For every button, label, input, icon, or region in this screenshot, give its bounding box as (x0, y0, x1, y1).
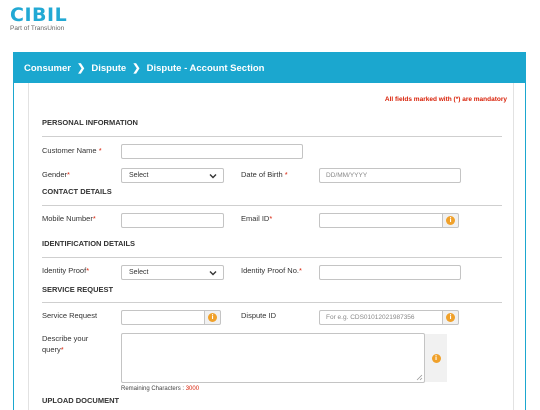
dispute-panel: Consumer ❯ Dispute ❯ Dispute - Account S… (13, 52, 526, 410)
gender-select[interactable]: Select (121, 168, 224, 183)
dob-label: Date of Birth * (241, 170, 288, 179)
query-textarea[interactable] (121, 333, 425, 383)
query-info-button[interactable]: i (425, 334, 447, 382)
dispute-form: All fields marked with (*) are mandatory… (28, 83, 514, 410)
chevron-right-icon: ❯ (76, 62, 86, 74)
breadcrumb-dispute[interactable]: Dispute (91, 63, 126, 74)
email-input[interactable] (319, 213, 443, 228)
breadcrumb: Consumer ❯ Dispute ❯ Dispute - Account S… (14, 53, 525, 83)
service-request-label: Service Request (42, 311, 98, 320)
info-icon: i (446, 313, 455, 322)
chevron-right-icon: ❯ (132, 62, 141, 74)
identity-proof-no-label: Identity Proof No.* (241, 266, 302, 275)
breadcrumb-account-section: Dispute - Account Section (146, 62, 265, 74)
info-icon: i (208, 313, 217, 322)
section-identification-details: IDENTIFICATION DETAILS (42, 239, 136, 248)
gender-selected: Select (129, 172, 149, 179)
query-label: Describe your query* (42, 334, 89, 354)
brand-name: CIBIL (10, 4, 68, 26)
breadcrumb-consumer[interactable]: Consumer (24, 63, 71, 74)
dispute-id-info-button[interactable]: i (443, 310, 459, 325)
mobile-input[interactable] (121, 213, 224, 228)
divider (42, 257, 502, 258)
resize-handle-icon[interactable] (416, 374, 423, 381)
brand-tagline: Part of TransUnion (10, 25, 65, 32)
service-request-input[interactable] (121, 310, 205, 325)
section-service-request: SERVICE REQUEST (42, 285, 114, 294)
dob-input[interactable]: DD/MM/YYYY (319, 168, 461, 183)
mandatory-note: All fields marked with (*) are mandatory (384, 96, 507, 103)
dispute-id-label: Dispute ID (241, 311, 277, 320)
identity-proof-no-input[interactable] (319, 265, 461, 280)
divider (42, 136, 502, 137)
mobile-label: Mobile Number* (42, 214, 96, 223)
email-label: Email ID* (241, 214, 273, 223)
email-info-button[interactable]: i (443, 213, 459, 228)
section-upload-document: UPLOAD DOCUMENT (42, 396, 120, 405)
gender-label: Gender* (42, 170, 70, 179)
cibil-logo[interactable]: CIBIL Part of TransUnion (10, 5, 67, 33)
dispute-id-input[interactable]: For e.g. CDS01012021987356 (319, 310, 443, 325)
identity-proof-select[interactable]: Select (121, 265, 224, 280)
remaining-characters: Remaining Characters : 3000 (121, 386, 200, 392)
service-request-info-button[interactable]: i (205, 310, 221, 325)
chevron-down-icon (209, 174, 217, 179)
identity-proof-selected: Select (129, 269, 149, 276)
customer-name-label: Customer Name * (42, 146, 102, 155)
customer-name-input[interactable] (121, 144, 303, 159)
identity-proof-label: Identity Proof* (42, 266, 90, 275)
section-contact-details: CONTACT DETAILS (42, 187, 112, 196)
divider (42, 302, 502, 303)
info-icon: i (446, 216, 455, 225)
info-icon: i (431, 353, 441, 363)
section-personal-information: PERSONAL INFORMATION (42, 118, 138, 127)
divider (42, 205, 502, 206)
chevron-down-icon (209, 271, 217, 276)
